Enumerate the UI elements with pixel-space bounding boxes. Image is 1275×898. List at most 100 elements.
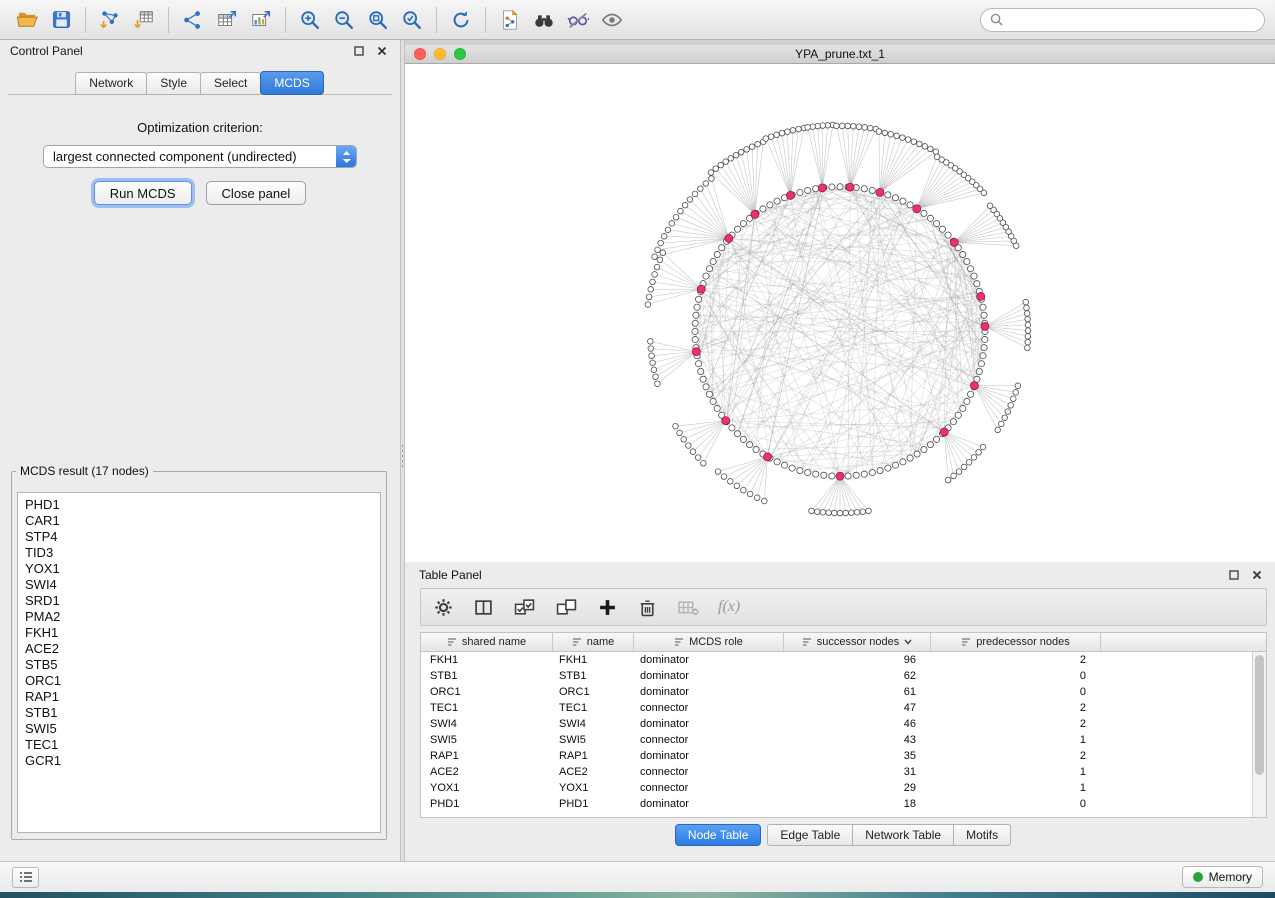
optimization-select[interactable]: largest connected component (undirected) <box>43 145 357 168</box>
import-table-button[interactable] <box>127 4 161 36</box>
table-row[interactable]: SWI4SWI4dominator462 <box>421 716 1266 732</box>
export-network-button[interactable] <box>176 4 210 36</box>
search-box[interactable] <box>980 8 1265 32</box>
search-input[interactable] <box>1008 12 1255 28</box>
tab-edge-table[interactable]: Edge Table <box>767 824 853 846</box>
export-image-button[interactable] <box>244 4 278 36</box>
table-cell: 2 <box>931 700 1101 716</box>
columns-button[interactable] <box>472 596 495 619</box>
mcds-result-item[interactable]: SWI5 <box>18 721 380 737</box>
table-row[interactable]: STB1STB1dominator620 <box>421 668 1266 684</box>
mcds-result-item[interactable]: SWI4 <box>18 577 380 593</box>
network-canvas[interactable] <box>405 64 1275 562</box>
table-cell: 2 <box>931 748 1101 764</box>
mcds-result-list[interactable]: PHD1CAR1STP4TID3YOX1SWI4SRD1PMA2FKH1ACE2… <box>17 492 381 833</box>
mcds-result-item[interactable]: STP4 <box>18 529 380 545</box>
float-table-panel-button[interactable] <box>1226 567 1242 583</box>
table-row[interactable]: ORC1ORC1dominator610 <box>421 684 1266 700</box>
mcds-result-item[interactable]: STB5 <box>18 657 380 673</box>
mcds-result-item[interactable]: STB1 <box>18 705 380 721</box>
mcds-result-item[interactable]: YOX1 <box>18 561 380 577</box>
function-builder-button[interactable]: f(x) <box>718 598 740 616</box>
tab-motifs[interactable]: Motifs <box>953 824 1011 846</box>
close-panel-action-button[interactable]: Close panel <box>206 181 307 205</box>
tab-select[interactable]: Select <box>200 72 261 95</box>
table-scrollbar-thumb[interactable] <box>1255 655 1264 775</box>
export-table-button[interactable] <box>210 4 244 36</box>
close-panel-button[interactable] <box>374 43 390 59</box>
mcds-result-item[interactable]: FKH1 <box>18 625 380 641</box>
mcds-result-item[interactable]: CAR1 <box>18 513 380 529</box>
zoom-out-button[interactable] <box>327 4 361 36</box>
table-row[interactable]: ACE2ACE2connector311 <box>421 764 1266 780</box>
mcds-result-item[interactable]: GCR1 <box>18 753 380 769</box>
table-row[interactable]: RAP1RAP1dominator352 <box>421 748 1266 764</box>
tab-network[interactable]: Network <box>75 72 147 95</box>
add-button[interactable] <box>596 596 619 619</box>
close-table-panel-button[interactable] <box>1249 567 1265 583</box>
network-window-titlebar[interactable]: YPA_prune.txt_1 <box>405 45 1275 64</box>
minimize-traffic-light-button[interactable] <box>434 48 446 60</box>
table-row[interactable]: SWI5SWI5connector431 <box>421 732 1266 748</box>
mcds-result-item[interactable]: PMA2 <box>18 609 380 625</box>
table-cell: dominator <box>634 684 784 700</box>
hide-details-button[interactable] <box>561 4 595 36</box>
tab-network-table[interactable]: Network Table <box>852 824 954 846</box>
select-all-button[interactable] <box>512 596 537 619</box>
column-header[interactable]: predecessor nodes <box>931 633 1101 651</box>
float-panel-button[interactable] <box>351 43 367 59</box>
column-header-label: successor nodes <box>817 636 900 648</box>
zoom-fit-icon <box>367 9 389 31</box>
control-panel-header: Control Panel <box>0 40 400 62</box>
import-network-button[interactable] <box>93 4 127 36</box>
select-all-icon <box>514 598 535 617</box>
open-file-button[interactable] <box>10 4 44 36</box>
show-details-button[interactable] <box>595 4 629 36</box>
panel-divider[interactable] <box>400 40 405 861</box>
table-row[interactable]: TEC1TEC1connector472 <box>421 700 1266 716</box>
table-cell: STB1 <box>553 668 634 684</box>
save-button[interactable] <box>44 4 78 36</box>
zoom-in-button[interactable] <box>293 4 327 36</box>
refresh-button[interactable] <box>444 4 478 36</box>
column-header[interactable]: MCDS role <box>634 633 784 651</box>
mcds-result-item[interactable]: SRD1 <box>18 593 380 609</box>
deselect-all-button[interactable] <box>554 596 579 619</box>
close-traffic-light-button[interactable] <box>414 48 426 60</box>
list-icon <box>19 871 33 883</box>
table-cell: 47 <box>784 700 931 716</box>
mcds-result-item[interactable]: ORC1 <box>18 673 380 689</box>
status-console-button[interactable] <box>12 867 39 888</box>
delete-button[interactable] <box>636 596 659 619</box>
tab-mcds[interactable]: MCDS <box>260 71 323 95</box>
run-mcds-button[interactable]: Run MCDS <box>94 181 192 205</box>
column-header[interactable]: shared name <box>421 633 553 651</box>
doc-share-button[interactable] <box>493 4 527 36</box>
delete-column-button[interactable] <box>676 596 701 619</box>
column-header[interactable]: successor nodes <box>784 633 931 651</box>
table-cell: 0 <box>931 796 1101 812</box>
table-row[interactable]: PHD1PHD1dominator180 <box>421 796 1266 812</box>
mcds-result-item[interactable]: RAP1 <box>18 689 380 705</box>
zoom-selected-button[interactable] <box>395 4 429 36</box>
select-spinner-icon <box>336 146 356 167</box>
mcds-result-item[interactable]: PHD1 <box>18 497 380 513</box>
mcds-result-item[interactable]: TEC1 <box>18 737 380 753</box>
zoom-traffic-light-button[interactable] <box>454 48 466 60</box>
memory-button[interactable]: Memory <box>1182 866 1263 888</box>
zoom-fit-button[interactable] <box>361 4 395 36</box>
table-scrollbar[interactable] <box>1252 652 1266 817</box>
tab-node-table[interactable]: Node Table <box>675 824 762 846</box>
search-network-button[interactable] <box>527 4 561 36</box>
mcds-result-item[interactable]: ACE2 <box>18 641 380 657</box>
table-row[interactable]: FKH1FKH1dominator962 <box>421 652 1266 668</box>
table-cell-filler <box>1101 780 1266 796</box>
mcds-result-item[interactable]: TID3 <box>18 545 380 561</box>
settings-button[interactable] <box>432 596 455 619</box>
column-header-label: predecessor nodes <box>976 636 1070 648</box>
column-header[interactable]: name <box>553 633 634 651</box>
tab-style[interactable]: Style <box>146 72 201 95</box>
column-header-label: shared name <box>462 636 526 648</box>
table-cell: 0 <box>931 668 1101 684</box>
table-row[interactable]: YOX1YOX1connector291 <box>421 780 1266 796</box>
